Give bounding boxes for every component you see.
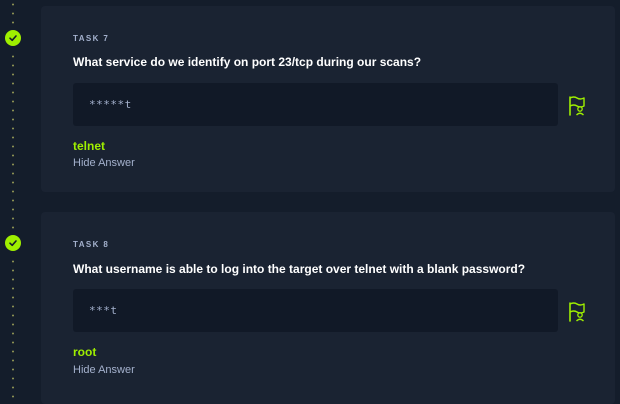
flag-icon[interactable]	[567, 300, 589, 322]
answer-mask: ***t	[89, 304, 118, 317]
timeline-dots	[12, 257, 14, 404]
task-label: TASK 7	[73, 34, 110, 43]
flag-icon[interactable]	[567, 94, 589, 116]
task-timeline	[0, 0, 40, 404]
answer-field[interactable]: ***t	[73, 289, 558, 332]
answer-field[interactable]: *****t	[73, 83, 558, 126]
revealed-answer: root	[73, 345, 97, 359]
hide-answer-link[interactable]: Hide Answer	[73, 157, 135, 169]
hide-answer-link[interactable]: Hide Answer	[73, 364, 135, 376]
task-label: TASK 8	[73, 240, 110, 249]
answer-mask: *****t	[89, 98, 132, 111]
check-icon	[5, 30, 21, 46]
task-card-8: TASK 8 What username is able to log into…	[41, 212, 615, 404]
task-question: What service do we identify on port 23/t…	[73, 55, 422, 69]
task-question: What username is able to log into the ta…	[73, 262, 526, 276]
revealed-answer: telnet	[73, 139, 106, 153]
timeline-dots	[12, 52, 14, 234]
task-card-7: TASK 7 What service do we identify on po…	[41, 6, 615, 192]
timeline-dots	[12, 0, 14, 30]
check-icon	[5, 235, 21, 251]
